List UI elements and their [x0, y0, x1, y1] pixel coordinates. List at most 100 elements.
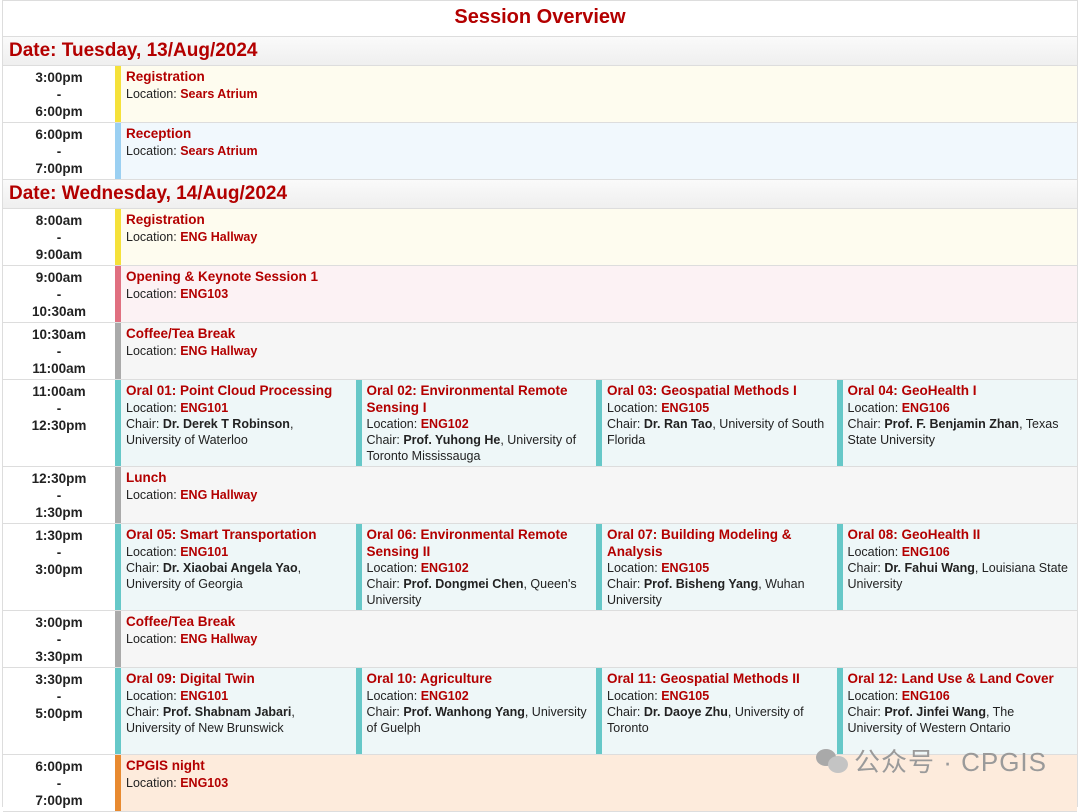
start-time: 3:00pm [35, 70, 83, 85]
start-time: 6:00pm [35, 759, 83, 774]
session-cell[interactable]: Oral 09: Digital Twin Location: ENG101 Ch… [115, 668, 356, 754]
end-time: 7:00pm [35, 793, 83, 808]
session-chair: Chair: Prof. Dongmei Chen, Queen's Unive… [367, 576, 592, 608]
session-cell[interactable]: Oral 07: Building Modeling & Analysis Lo… [596, 524, 837, 610]
time-range: 10:30am - 11:00am [3, 323, 115, 379]
session-cell[interactable]: Reception Location: Sears Atrium [115, 123, 1077, 179]
session-chair: Chair: Prof. Jinfei Wang, The University… [848, 704, 1073, 736]
session-title[interactable]: Coffee/Tea Break [126, 614, 1073, 631]
session-title[interactable]: Lunch [126, 470, 1073, 487]
session-cell[interactable]: Coffee/Tea Break Location: ENG Hallway [115, 323, 1077, 379]
session-chair: Chair: Dr. Fahui Wang, Louisiana State U… [848, 560, 1073, 592]
location-label: Location: [126, 544, 181, 559]
location-value: ENG102 [420, 417, 469, 431]
start-time: 9:00am [35, 270, 83, 285]
session-title[interactable]: Oral 12: Land Use & Land Cover [848, 671, 1073, 688]
session-cell[interactable]: Oral 05: Smart Transportation Location: … [115, 524, 356, 610]
chair-name: Prof. Shabnam Jabari [162, 704, 292, 719]
session-title[interactable]: Oral 02: Environmental Remote Sensing I [367, 383, 592, 416]
location-value: ENG106 [901, 688, 950, 703]
time-range: 3:00pm - 3:30pm [3, 611, 115, 667]
session-title[interactable]: Oral 06: Environmental Remote Sensing II [367, 527, 592, 560]
start-time: 3:00pm [35, 615, 83, 630]
session-title[interactable]: Oral 01: Point Cloud Processing [126, 383, 351, 400]
session-location: Location: ENG105 [607, 560, 832, 576]
location-label: Location: [126, 286, 181, 301]
session-chair: Chair: Prof. Wanhong Yang, University of… [367, 704, 592, 736]
location-value: ENG Hallway [180, 487, 258, 502]
time-dash: - [56, 230, 62, 245]
chair-label: Chair: [607, 704, 644, 719]
chair-label: Chair: [126, 704, 163, 719]
session-cell[interactable]: Opening & Keynote Session 1 Location: EN… [115, 266, 1077, 322]
schedule-row: 10:30am - 11:00am Coffee/Tea Break Locati… [3, 323, 1077, 380]
session-location: Location: ENG105 [607, 400, 832, 416]
session-cell[interactable]: Oral 11: Geospatial Methods II Location:… [596, 668, 837, 754]
time-dash: - [56, 776, 62, 791]
end-time: 10:30am [31, 304, 87, 319]
session-title[interactable]: Oral 11: Geospatial Methods II [607, 671, 832, 688]
location-label: Location: [607, 688, 662, 703]
chair-name: Dr. Xiaobai Angela Yao [162, 560, 298, 575]
time-dash: - [56, 488, 62, 503]
session-title[interactable]: Oral 03: Geospatial Methods I [607, 383, 832, 400]
session-cell[interactable]: Lunch Location: ENG Hallway [115, 467, 1077, 523]
session-overview: Session Overview Date: Tuesday, 13/Aug/2… [2, 0, 1078, 812]
session-cell[interactable]: Oral 04: GeoHealth I Location: ENG106 Cha… [836, 380, 1077, 466]
end-time: 6:00pm [35, 104, 83, 119]
watermark-text: 公众号 · CPGIS [853, 747, 1047, 777]
chair-label: Chair: [366, 433, 404, 447]
session-cell[interactable]: Oral 01: Point Cloud Processing Location… [115, 380, 356, 466]
session-title[interactable]: Oral 07: Building Modeling & Analysis [607, 527, 832, 560]
start-time: 6:00pm [35, 127, 83, 142]
session-cell[interactable]: Oral 02: Environmental Remote Sensing I … [355, 380, 596, 466]
session-title[interactable]: Oral 05: Smart Transportation [126, 527, 351, 544]
location-label: Location: [847, 688, 902, 703]
chair-label: Chair: [847, 560, 885, 575]
location-value: ENG106 [901, 544, 950, 559]
location-value: Sears Atrium [180, 86, 258, 101]
end-time: 12:30pm [31, 418, 87, 433]
time-range: 6:00pm - 7:00pm [3, 123, 115, 179]
location-value: ENG101 [180, 400, 229, 415]
session-title[interactable]: Registration [126, 69, 1073, 86]
chair-label: Chair: [607, 577, 644, 591]
end-time: 9:00am [35, 247, 83, 262]
schedule-row: 6:00pm - 7:00pm Reception Location: Sears… [3, 123, 1077, 180]
session-cell[interactable]: Oral 10: Agriculture Location: ENG102 Cha… [355, 668, 596, 754]
session-chair: Chair: Dr. Xiaobai Angela Yao, Universit… [126, 560, 351, 592]
session-title[interactable]: Oral 04: GeoHealth I [848, 383, 1073, 400]
time-range: 12:30pm - 1:30pm [3, 467, 115, 523]
time-dash: - [56, 287, 62, 302]
session-cell[interactable]: Oral 06: Environmental Remote Sensing II… [355, 524, 596, 610]
location-value: ENG102 [420, 561, 469, 575]
location-label: Location: [366, 688, 421, 703]
session-title[interactable]: Reception [126, 126, 1073, 143]
session-title[interactable]: Registration [126, 212, 1073, 229]
session-cell[interactable]: Oral 03: Geospatial Methods I Location: … [596, 380, 837, 466]
session-title[interactable]: Oral 10: Agriculture [367, 671, 592, 688]
schedule-body: Date: Tuesday, 13/Aug/2024 3:00pm - 6:00p… [3, 37, 1077, 812]
location-value: ENG101 [180, 544, 229, 559]
start-time: 8:00am [35, 213, 83, 228]
location-value: ENG Hallway [180, 631, 258, 646]
session-location: Location: ENG Hallway [126, 343, 1073, 359]
session-title[interactable]: Oral 08: GeoHealth II [848, 527, 1073, 544]
start-time: 10:30am [31, 327, 87, 342]
location-label: Location: [366, 417, 421, 431]
session-title[interactable]: Oral 09: Digital Twin [126, 671, 351, 688]
location-label: Location: [847, 544, 902, 559]
session-cell[interactable]: Coffee/Tea Break Location: ENG Hallway [115, 611, 1077, 667]
watermark: 公众号 · CPGIS [815, 742, 1047, 779]
session-cell[interactable]: Registration Location: Sears Atrium [115, 66, 1077, 122]
session-title[interactable]: Opening & Keynote Session 1 [126, 269, 1073, 286]
session-cell[interactable]: Oral 08: GeoHealth II Location: ENG106 Ch… [836, 524, 1077, 610]
session-title[interactable]: Coffee/Tea Break [126, 326, 1073, 343]
start-time: 1:30pm [35, 528, 83, 543]
wechat-icon [815, 748, 848, 773]
chair-name: Dr. Fahui Wang [884, 560, 975, 575]
location-value: ENG Hallway [180, 229, 258, 244]
session-cell[interactable]: Registration Location: ENG Hallway [115, 209, 1077, 265]
location-label: Location: [126, 775, 181, 790]
location-label: Location: [126, 229, 181, 244]
